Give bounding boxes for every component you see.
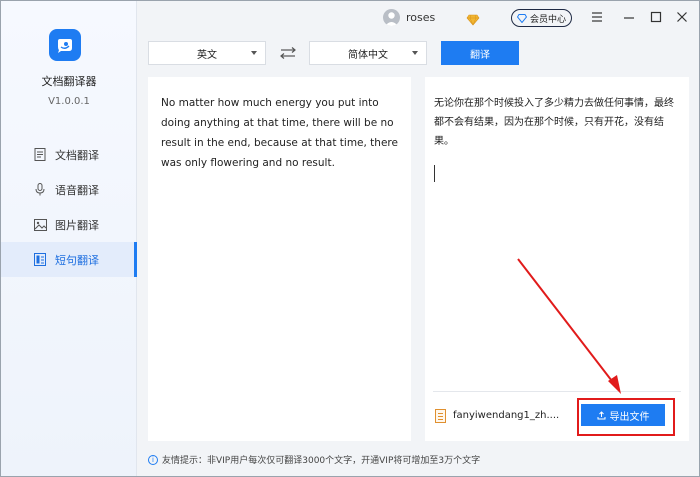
diamond-icon[interactable] [466,11,480,30]
close-icon[interactable] [674,9,690,25]
target-text-panel[interactable]: 无论你在那个时候投入了多少精力去做任何事情，最终都不会有结果，因为在那个时候，只… [425,77,689,441]
document-icon [33,148,47,162]
microphone-icon [33,183,47,197]
translate-button[interactable]: 翻译 [441,41,519,65]
sidebar-item-document-translate[interactable]: 文档翻译 [1,137,137,172]
source-language-select[interactable]: 英文 [148,41,266,65]
output-file-name[interactable]: fanyiwendang1_zh.... [453,410,559,421]
source-language-value: 英文 [197,49,217,61]
app-window: 文档翻译器 V1.0.0.1 文档翻译 语音翻译 图片翻译 短句翻译 roses… [0,0,700,477]
menu-icon[interactable] [589,9,605,25]
source-text-panel[interactable]: No matter how much energy you put into d… [148,77,411,441]
file-icon [435,409,446,423]
annotation-highlight-box [577,398,675,436]
footer-tip: i 友情提示：非VIP用户每次仅可翻译3000个文字，开通VIP将可增加至3万个… [148,453,480,466]
sidebar: 文档翻译器 V1.0.0.1 文档翻译 语音翻译 图片翻译 短句翻译 [1,1,137,476]
sidebar-item-label: 语音翻译 [55,183,99,197]
text-icon [33,253,47,267]
sidebar-item-image-translate[interactable]: 图片翻译 [1,207,137,242]
image-icon [33,218,47,232]
source-text[interactable]: No matter how much energy you put into d… [161,93,401,173]
sidebar-nav: 文档翻译 语音翻译 图片翻译 短句翻译 [1,137,137,277]
sidebar-item-voice-translate[interactable]: 语音翻译 [1,172,137,207]
user-name[interactable]: roses [406,11,435,24]
maximize-icon[interactable] [648,9,664,25]
sidebar-item-label: 文档翻译 [55,148,99,162]
target-language-select[interactable]: 简体中文 [309,41,427,65]
avatar[interactable] [383,9,400,26]
sidebar-item-label: 图片翻译 [55,218,99,232]
chevron-down-icon [251,51,257,55]
app-name: 文档翻译器 [41,75,97,88]
target-language-value: 简体中文 [348,49,388,61]
minimize-icon[interactable] [621,9,637,25]
app-logo [49,29,81,61]
sidebar-item-label: 短句翻译 [55,253,99,267]
vip-center-button[interactable]: 会员中心 [511,9,572,27]
divider [433,391,681,392]
translated-text[interactable]: 无论你在那个时候投入了多少精力去做任何事情，最终都不会有结果，因为在那个时候，只… [434,94,682,151]
diamond-icon [516,13,527,23]
footer-tip-text: 友情提示：非VIP用户每次仅可翻译3000个文字，开通VIP将可增加至3万个文字 [162,456,481,466]
text-cursor [434,165,435,182]
vip-center-label: 会员中心 [529,14,566,25]
info-icon: i [148,454,158,465]
swap-languages-icon[interactable] [278,45,298,61]
app-version: V1.0.0.1 [48,96,90,107]
chevron-down-icon [412,51,418,55]
sidebar-item-sentence-translate[interactable]: 短句翻译 [1,242,137,277]
